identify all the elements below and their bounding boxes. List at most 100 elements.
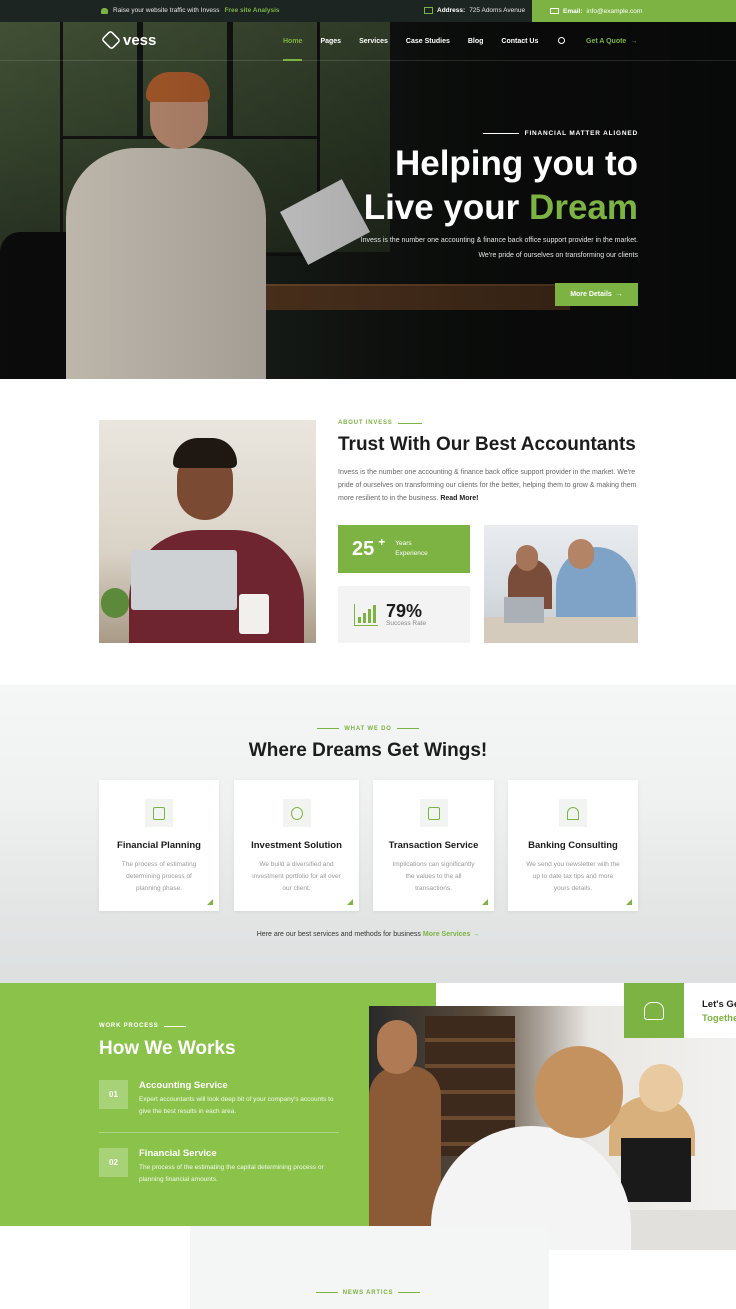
site-logo[interactable]: vess [100, 29, 157, 51]
services-tag-text: WHAT WE DO [344, 726, 392, 732]
meeting-image [484, 525, 638, 643]
nav-item-case-studies[interactable]: Case Studies [406, 22, 450, 61]
bank-icon [559, 799, 587, 827]
divider [99, 1132, 339, 1133]
success-rate-value: 79% [386, 601, 423, 621]
address-label: Address: [437, 7, 466, 14]
service-card-financial-planning[interactable]: Financial Planning The process of estima… [99, 780, 219, 911]
service-card-title: Financial Planning [117, 840, 201, 851]
nav-item-home[interactable]: Home [283, 22, 303, 61]
search-icon[interactable] [558, 37, 565, 44]
step-title: Accounting Service [139, 1080, 228, 1091]
about-tag: ABOUT INVESS [338, 420, 422, 426]
promo-link[interactable]: Free site Analysis [224, 7, 279, 14]
service-card-title: Banking Consulting [528, 840, 618, 851]
get-together-line1: Let's Ge [702, 999, 736, 1010]
read-more-link[interactable]: Read More! [440, 495, 478, 502]
nav-item-contact[interactable]: Contact Us [501, 22, 538, 61]
success-rate-card: 79% Success Rate [338, 586, 470, 643]
address-value: 725 Adoms Avenue [469, 7, 526, 14]
get-together-heading: Let's Ge Togethe [684, 983, 736, 1038]
service-card-description: Implications can significantly the value… [392, 861, 475, 892]
news-tag-text: NEWS ARTICS [342, 1290, 394, 1296]
nav-item-services[interactable]: Services [359, 22, 388, 61]
arrow-right-icon: → [615, 291, 623, 298]
team-icon-box [624, 983, 684, 1038]
arrow-right-icon: → [472, 931, 480, 938]
traffic-icon [101, 7, 108, 14]
bar-chart-icon [354, 603, 378, 626]
service-card-investment-solution[interactable]: Investment Solution We build a diversifi… [234, 780, 359, 911]
more-services-label: More Services [422, 931, 471, 938]
corner-arrow-icon [207, 899, 213, 905]
team-icon [644, 1001, 664, 1020]
years-label-line2: Experience [395, 550, 428, 557]
step-description: Expert accountants will look deep bit of… [139, 1096, 334, 1115]
services-tag: WHAT WE DO [0, 726, 736, 732]
about-description-text: Invess is the number one accounting & fi… [338, 469, 637, 502]
service-card-title: Investment Solution [251, 840, 342, 851]
address-info: Address: 725 Adoms Avenue [424, 7, 525, 14]
transaction-icon [419, 799, 448, 827]
email-info[interactable]: Email: info@example.com [532, 0, 736, 22]
service-card-description: The process of estimating determining pr… [121, 861, 197, 892]
hero-tag-text: FINANCIAL MATTER ALIGNED [524, 130, 638, 137]
nav-menu: Home Pages Services Case Studies Blog Co… [283, 22, 556, 61]
email-value[interactable]: info@example.com [587, 8, 643, 15]
about-description: Invess is the number one accounting & fi… [338, 466, 640, 505]
logo-text: vess [123, 31, 157, 49]
years-plus: + [378, 535, 386, 549]
hero-title-line1: Helping you to [394, 144, 638, 183]
step-number: 02 [99, 1148, 128, 1177]
process-tag-text: WORK PROCESS [99, 1023, 159, 1029]
hero-tagline: FINANCIAL MATTER ALIGNED [482, 130, 638, 137]
logo-icon [100, 29, 122, 51]
email-label: Email: [563, 7, 583, 15]
more-details-button[interactable]: More Details → [555, 283, 638, 306]
get-quote-label: Get A Quote [586, 38, 627, 45]
service-card-banking-consulting[interactable]: Banking Consulting We send you newslette… [508, 780, 638, 911]
step-description: The process of the estimating the capita… [139, 1164, 324, 1183]
hero-title: Helping you to Live your Dream [364, 142, 638, 230]
nav-item-pages[interactable]: Pages [320, 22, 341, 61]
step-number: 01 [99, 1080, 128, 1109]
hero-description: Invess is the number one accounting & fi… [360, 237, 638, 259]
hero-title-highlight: Dream [529, 188, 638, 227]
promo-text: Raise your website traffic with Invess [113, 7, 220, 14]
success-rate-label: Success Rate [386, 620, 427, 627]
more-services-link[interactable]: More Services → [423, 931, 479, 938]
years-label-line1: Years [395, 540, 412, 547]
service-card-transaction-service[interactable]: Transaction Service Implications can sig… [373, 780, 494, 911]
corner-arrow-icon [347, 899, 353, 905]
services-title: Where Dreams Get Wings! [248, 740, 488, 761]
get-quote-button[interactable]: Get A Quote → [586, 38, 637, 45]
about-image [99, 420, 316, 643]
process-tag: WORK PROCESS [99, 1023, 186, 1029]
more-details-label: More Details [570, 291, 612, 298]
top-bar: Raise your website traffic with Invess F… [0, 0, 736, 22]
about-tag-text: ABOUT INVESS [338, 420, 393, 426]
services-footer: Here are our best services and methods f… [0, 931, 736, 938]
nav-item-blog[interactable]: Blog [468, 22, 484, 61]
step-title: Financial Service [139, 1148, 217, 1159]
corner-arrow-icon [626, 899, 632, 905]
news-section [190, 1226, 549, 1309]
office-image [369, 1006, 736, 1250]
services-footer-text: Here are our best services and methods f… [256, 931, 421, 938]
service-card-title: Transaction Service [388, 840, 479, 851]
years-experience-card: 25 + Years Experience [338, 525, 470, 573]
arrow-right-icon: → [630, 38, 638, 45]
about-title: Trust With Our Best Accountants [338, 434, 636, 455]
years-number: 25 [352, 537, 375, 560]
divider [397, 422, 422, 424]
map-icon [424, 7, 433, 14]
divider [163, 1025, 186, 1027]
promo-notice: Raise your website traffic with Invess F… [101, 7, 280, 14]
investment-icon [282, 799, 311, 827]
corner-arrow-icon [482, 899, 488, 905]
main-navigation: vess Home Pages Services Case Studies Bl… [0, 22, 736, 61]
hero-title-line2: Live your [363, 188, 520, 227]
get-together-line2: Togethe [702, 1013, 736, 1024]
service-card-description: We build a diversified and investment po… [252, 861, 341, 892]
years-label: Years Experience [395, 539, 428, 559]
